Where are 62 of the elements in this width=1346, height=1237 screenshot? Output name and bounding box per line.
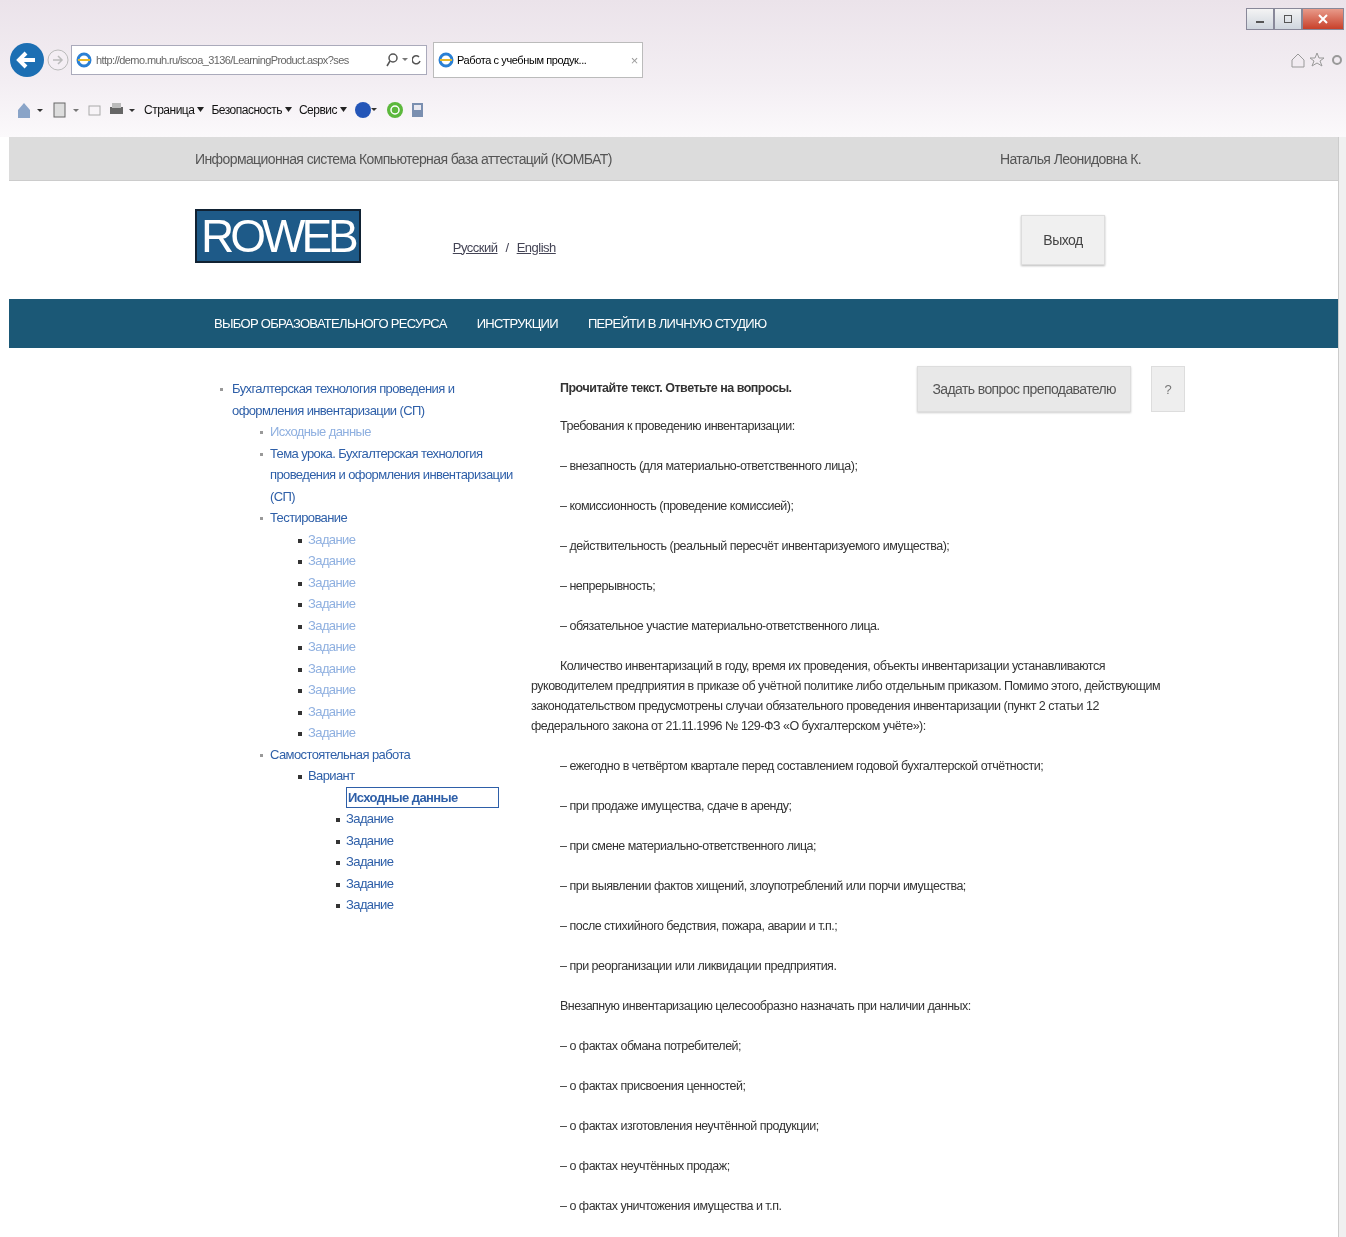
toolbar-menu[interactable]: Сервис: [298, 103, 349, 117]
tree-link[interactable]: Задание: [346, 808, 394, 830]
logo: ROWEB: [195, 209, 361, 263]
list-item-text: – при смене материально-ответственного лица;: [559, 838, 818, 855]
caret-icon: [284, 107, 293, 113]
caret-icon: [197, 107, 206, 113]
tree-link[interactable]: Самостоятельная работа: [270, 743, 411, 765]
tree-link[interactable]: Задание: [346, 851, 394, 873]
browser-tab[interactable]: Работа с учебным продук... ×: [433, 42, 643, 78]
maximize-icon[interactable]: [1274, 8, 1302, 30]
caret-icon: [340, 107, 349, 113]
list-item-text: – о фактах присвоения ценностей;: [559, 1078, 747, 1095]
search-icon[interactable]: [386, 52, 408, 68]
list-item-text: – при выявлении фактов хищений, злоупотреблений или порчи имущества;: [559, 878, 967, 895]
toolbar-menu[interactable]: Страница: [144, 103, 206, 117]
list-item-text: – о фактах неучтённых продаж;: [559, 1158, 731, 1175]
address-bar[interactable]: http://demo.muh.ru/iscoa_3136/LearningProduct.aspx?ses: [71, 45, 427, 75]
browser-logo-icon: [438, 52, 454, 68]
paragraph: Требования к проведению инвентаризации:: [559, 418, 796, 435]
instruction-heading: Прочитайте текст. Ответьте на вопросы.: [559, 380, 793, 397]
logout-button[interactable]: Выход: [1021, 215, 1105, 265]
browser-logo-icon: [76, 52, 92, 68]
ask-teacher-button[interactable]: Задать вопрос преподавателю: [917, 366, 1131, 412]
browser-toolbar-icons[interactable]: [1290, 52, 1344, 68]
paragraph: Количество инвентаризаций в году, время их проведения, объекты инвентаризации устанавливаются руководителем предприятия в приказе об учётной политике либо отдельным приказом. Помимо этого, действующим законодательством предусмотрены случаи обязательного проведения инвентаризации (пункт 2 статьи 12 федерального закона от 21.11.1996 № 129-ФЗ «О бухгалтерском учёте»):: [531, 658, 1161, 735]
nav-link[interactable]: ИНСТРУКЦИИ: [476, 316, 558, 331]
list-item-text: – непрерывность;: [559, 578, 657, 595]
minimize-icon[interactable]: [1246, 8, 1274, 30]
language-separator: /: [505, 239, 509, 255]
language-link[interactable]: Русский: [452, 239, 498, 255]
nav-link[interactable]: ПЕРЕЙТИ В ЛИЧНУЮ СТУДИЮ: [587, 316, 767, 331]
list-item-text: – при продаже имущества, сдаче в аренду;: [559, 798, 793, 815]
list-item-text: – действительность (реальный пересчёт инвентаризуемого имущества);: [559, 538, 951, 555]
list-item-text: – внезапность (для материально-ответственного лица);: [559, 458, 859, 475]
close-icon[interactable]: [1302, 8, 1344, 30]
tree-link[interactable]: Тестирование: [270, 507, 348, 529]
tree-link[interactable]: Задание: [346, 829, 394, 851]
list-item-text: – о фактах обмана потребителей;: [559, 1038, 743, 1055]
list-item-text: – после стихийного бедствия, пожара, аварии и т.п.;: [559, 918, 839, 935]
nav-link[interactable]: ВЫБОР ОБРАЗОВАТЕЛЬНОГО РЕСУРСА: [214, 316, 447, 331]
list-item-text: – комиссионность (проведение комиссией);: [559, 498, 795, 515]
home-icon[interactable]: [16, 101, 46, 119]
refresh-icon[interactable]: [412, 54, 422, 66]
language-link[interactable]: English: [516, 239, 556, 255]
list-item-text: – обязательное участие материально-ответственного лица.: [559, 618, 881, 635]
tree-link[interactable]: Вариант: [308, 765, 355, 787]
user-name: Наталья Леонидовна К.: [999, 150, 1141, 167]
list-item-text: – о фактах уничтожения имущества и т.п.: [559, 1198, 783, 1215]
help-button[interactable]: ?: [1151, 366, 1185, 412]
tree-link[interactable]: Задание: [346, 872, 394, 894]
tree-link[interactable]: Исходные данные: [346, 786, 499, 808]
tree-link[interactable]: Бухгалтерская технология проведения и оформления инвентаризации (СП): [232, 378, 518, 421]
tree-link[interactable]: Тема урока. Бухгалтерская технология проведения и оформления инвентаризации (СП): [270, 442, 518, 507]
back-icon[interactable]: [9, 42, 45, 78]
toolbar-menu[interactable]: Безопасность: [211, 103, 293, 117]
list-item-text: – о фактах изготовления неучтённой продукции;: [559, 1118, 820, 1135]
list-item-text: – при реорганизации или ликвидации предприятия.: [559, 958, 838, 975]
scrollbar[interactable]: [1338, 137, 1346, 1237]
list-item-text: – ежегодно в четвёртом квартале перед составлением годовой бухгалтерской отчётности;: [559, 758, 1045, 775]
tree-link[interactable]: Задание: [346, 894, 394, 916]
system-title: Информационная система Компьютерная база аттестаций (КОМБАТ): [195, 150, 612, 167]
paragraph: Внезапную инвентаризацию целесообразно назначать при наличии данных:: [559, 998, 972, 1015]
